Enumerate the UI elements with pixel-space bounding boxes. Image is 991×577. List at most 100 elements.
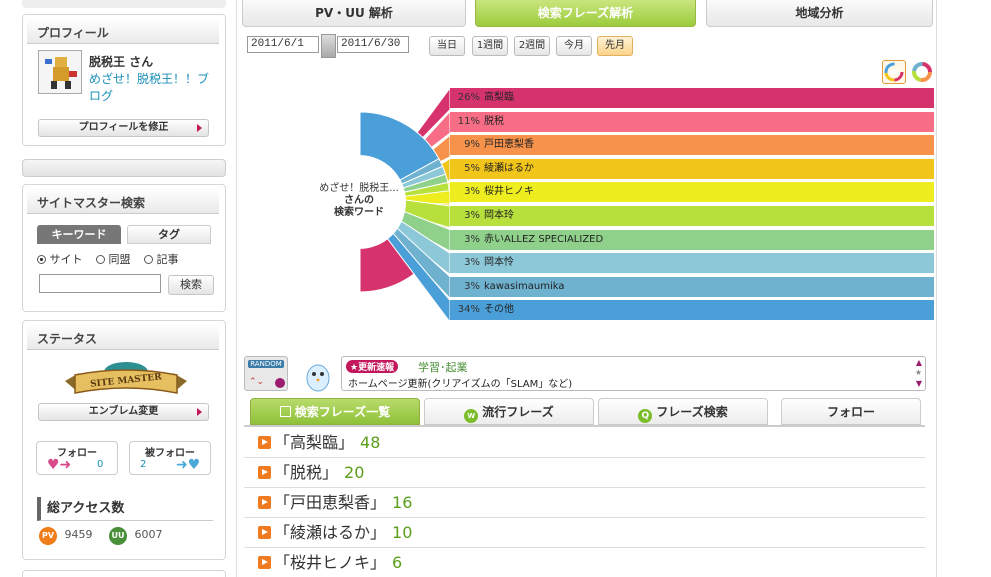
tab-follow[interactable]: フォロー xyxy=(781,398,921,425)
chevron-right-icon xyxy=(197,124,202,132)
tab-region[interactable]: 地域分析 xyxy=(706,0,933,27)
tab-phrase-search[interactable]: Q フレーズ検索 xyxy=(598,398,768,425)
list-item[interactable]: 「戸田恵梨香」 16 xyxy=(244,488,925,518)
radio-site[interactable]: サイト xyxy=(37,253,83,266)
stacked-bars-icon xyxy=(884,62,904,82)
tab-pv-uu[interactable]: PV・UU 解析 xyxy=(242,0,466,27)
status-box: ステータス SITE MASTER エンブレム変更 フォロー ♥➜ 0 被フォロ… xyxy=(22,320,226,560)
chart-category-label: その他 xyxy=(484,304,514,316)
period-this-month-button[interactable]: 今月 xyxy=(556,36,592,56)
period-2week-button[interactable]: 2週間 xyxy=(514,36,550,56)
random-play-icon xyxy=(275,378,285,388)
tab-phrase-search-label: フレーズ検索 xyxy=(656,405,728,419)
search-input[interactable] xyxy=(39,274,161,293)
follow-count: 0 xyxy=(97,459,104,470)
chart-bar-row: 3% 岡本玲 xyxy=(450,206,934,226)
chart-center-label: めざせ！脱税王... さんの 検索ワード xyxy=(312,155,406,249)
period-today-button[interactable]: 当日 xyxy=(429,36,465,56)
random-label: RANDOM xyxy=(248,360,284,368)
period-1week-button[interactable]: 1週間 xyxy=(472,36,508,56)
chart-value-label: 11% xyxy=(457,115,480,127)
phrase-count: 6 xyxy=(392,553,403,572)
radio-checked-icon xyxy=(37,255,46,264)
tab-search-phrase[interactable]: 検索フレーズ解析 xyxy=(475,0,696,27)
phrase-count: 16 xyxy=(392,493,413,512)
date-to-field[interactable]: 2011/6/30 xyxy=(337,36,409,53)
chart-bar-row: 5% 綾瀬はるか xyxy=(450,158,934,179)
donut-icon xyxy=(912,62,932,82)
chart-bar-row: 3% 桜井ヒノキ xyxy=(450,182,934,203)
news-ticker[interactable]: ★更新速報 学習･起業 ホームページ更新(クリアイズムの「SLAM」など) ▲ … xyxy=(341,356,926,391)
chart-bar-row: 3% 赤いALLEZ SPECIALIZED xyxy=(450,229,934,250)
date-slider-handle[interactable] xyxy=(321,34,336,58)
chart-bar-row: 3% 岡本怜 xyxy=(450,253,934,274)
chart-category-label: 脱税 xyxy=(484,115,504,127)
search-button[interactable]: 検索 xyxy=(168,275,214,295)
list-item[interactable]: 「桜井ヒノキ」 6 xyxy=(244,548,925,577)
bird-mascot-icon xyxy=(303,360,333,392)
bar-view-icon[interactable] xyxy=(882,60,906,84)
radio-doumei-label: 同盟 xyxy=(108,253,131,266)
play-icon xyxy=(258,496,271,509)
tab-trend[interactable]: W 流行フレーズ xyxy=(424,398,594,425)
edit-profile-label: プロフィールを修正 xyxy=(78,122,169,133)
tab-tag[interactable]: タグ xyxy=(127,225,211,244)
random-controls-icon: ⌃⌄ xyxy=(249,377,265,387)
center-line3: 検索ワード xyxy=(334,207,384,218)
list-item[interactable]: 「高梨臨」 48 xyxy=(244,428,925,458)
edit-profile-button[interactable]: プロフィールを修正 xyxy=(38,119,209,137)
chart-value-label: 34% xyxy=(457,304,480,316)
uu-badge-icon: UU xyxy=(109,527,127,545)
chart-value-label: 9% xyxy=(464,139,480,151)
list-item[interactable]: 「脱税」 20 xyxy=(244,458,925,488)
scroll-up-icon[interactable]: ▲ xyxy=(916,358,922,367)
list-item[interactable]: 「綾瀬はるか」 10 xyxy=(244,518,925,548)
pv-stat: PV 9459 xyxy=(39,527,93,545)
access-title: 総アクセス数 xyxy=(37,497,213,521)
play-icon xyxy=(258,466,271,479)
radio-kiji[interactable]: 記事 xyxy=(144,253,179,266)
chart-bar-row: 3% kawasimaumika xyxy=(450,276,934,297)
phrase-count: 10 xyxy=(392,523,413,542)
phrase-text: 「桜井ヒノキ」 xyxy=(274,553,387,572)
phrase-count: 48 xyxy=(360,433,381,452)
chart-category-label: 赤いALLEZ SPECIALIZED xyxy=(484,233,604,245)
site-master-emblem: SITE MASTER xyxy=(61,359,191,401)
radio-doumei[interactable]: 同盟 xyxy=(96,253,131,266)
radio-unchecked-icon xyxy=(144,255,153,264)
followed-card[interactable]: 被フォロー 2 ➜♥ xyxy=(129,441,211,475)
chart-value-label: 26% xyxy=(457,92,480,103)
favorite-star-icon[interactable]: ★ xyxy=(915,368,922,377)
period-last-month-button[interactable]: 先月 xyxy=(597,36,633,56)
blog-link[interactable]: めざせ！脱税王！！ブログ xyxy=(89,71,214,105)
pie-view-icon[interactable] xyxy=(910,60,934,84)
news-badge-text: 更新速報 xyxy=(358,363,395,373)
avatar[interactable] xyxy=(38,50,82,94)
radio-site-label: サイト xyxy=(49,253,83,266)
emblem-change-label: エンブレム変更 xyxy=(88,406,159,417)
radio-unchecked-icon xyxy=(96,255,105,264)
scroll-down-icon[interactable]: ▼ xyxy=(916,379,922,388)
status-title: ステータス xyxy=(27,324,219,350)
chart-category-label: 岡本怜 xyxy=(484,257,514,269)
sidebar-bottom-box xyxy=(22,570,226,577)
tab-keyword[interactable]: キーワード xyxy=(37,225,121,244)
follow-card[interactable]: フォロー ♥➜ 0 xyxy=(36,441,118,475)
chart-category-label: 綾瀬はるか xyxy=(484,162,534,174)
date-from-field[interactable]: 2011/6/1 xyxy=(247,36,319,53)
profile-name: 脱税王 さん xyxy=(89,55,154,69)
news-text[interactable]: ホームページ更新(クリアイズムの「SLAM」など) xyxy=(348,375,572,390)
sidebar-top-strip xyxy=(22,0,226,8)
chart-bar-row: 26% 高梨臨 xyxy=(450,88,934,108)
random-button[interactable]: RANDOM ⌃⌄ xyxy=(244,356,288,391)
emblem-change-button[interactable]: エンブレム変更 xyxy=(38,403,209,421)
news-badge: ★更新速報 xyxy=(346,360,399,373)
chart-value-label: 5% xyxy=(464,162,480,174)
news-category[interactable]: 学習･起業 xyxy=(418,359,468,375)
magnifier-icon: Q xyxy=(638,409,653,423)
chart-category-label: 高梨臨 xyxy=(484,92,514,103)
chart-category-label: 岡本玲 xyxy=(484,210,514,221)
chart-bar-row: 34% その他 xyxy=(450,300,934,321)
phrase-text: 「高梨臨」 xyxy=(274,433,355,452)
tab-phrase-list[interactable]: 検索フレーズ一覧 xyxy=(250,398,420,425)
